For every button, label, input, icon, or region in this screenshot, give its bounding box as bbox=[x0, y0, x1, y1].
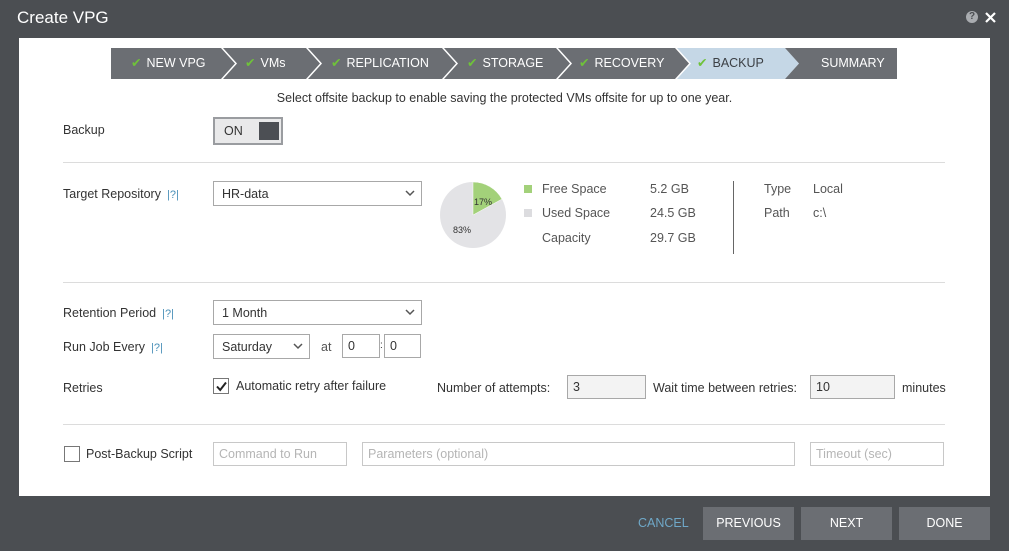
run-hour-input[interactable]: 0 bbox=[342, 334, 380, 358]
toggle-state: ON bbox=[224, 124, 243, 138]
auto-retry-checkbox[interactable] bbox=[213, 378, 229, 394]
capacity-label: Capacity bbox=[542, 231, 591, 245]
minutes-label: minutes bbox=[902, 381, 946, 395]
storage-pie-chart: 17% 83% bbox=[440, 181, 506, 248]
check-icon: ✔ bbox=[467, 56, 478, 70]
toggle-knob bbox=[259, 122, 279, 140]
wizard-steps: ✔ NEW VPG ✔ VMs ✔ REPLICATION ✔ STORAGE ✔ REC… bbox=[111, 48, 897, 79]
close-icon[interactable] bbox=[984, 9, 997, 25]
used-space-label: Used Space bbox=[542, 206, 611, 220]
checkmark-icon bbox=[216, 381, 227, 392]
select-value: 1 Month bbox=[222, 306, 268, 320]
type-value: Local bbox=[813, 182, 843, 196]
target-repository-label: Target Repository |?| bbox=[63, 187, 179, 201]
step-label: REPLICATION bbox=[346, 56, 429, 70]
check-icon: ✔ bbox=[579, 56, 590, 70]
repository-select[interactable]: HR-data bbox=[213, 181, 422, 206]
retention-period-label: Retention Period |?| bbox=[63, 306, 174, 320]
step-label: RECOVERY bbox=[594, 56, 665, 70]
retention-select[interactable]: 1 Month bbox=[213, 300, 422, 325]
backup-toggle[interactable]: ON bbox=[213, 117, 283, 145]
help-link[interactable]: |?| bbox=[151, 342, 163, 354]
done-button[interactable]: DONE bbox=[899, 507, 990, 540]
chevron-down-icon bbox=[405, 190, 415, 197]
select-value: Saturday bbox=[222, 340, 273, 354]
help-link[interactable]: |?| bbox=[162, 308, 174, 320]
step-label: BACKUP bbox=[712, 56, 764, 70]
free-space-swatch bbox=[524, 185, 532, 193]
label-text: Retention Period bbox=[63, 306, 157, 320]
check-icon: ✔ bbox=[245, 56, 256, 70]
post-backup-script-checkbox[interactable] bbox=[64, 446, 80, 462]
wait-time-label: Wait time between retries: bbox=[653, 381, 798, 395]
page-subtitle: Select offsite backup to enable saving t… bbox=[276, 91, 733, 105]
next-button[interactable]: NEXT bbox=[801, 507, 892, 540]
capacity-value: 29.7 GB bbox=[650, 231, 696, 245]
label-text: Run Job Every bbox=[63, 340, 145, 354]
used-space-value: 24.5 GB bbox=[650, 206, 696, 220]
free-space-label: Free Space bbox=[542, 182, 607, 196]
run-day-select[interactable]: Saturday bbox=[213, 334, 310, 359]
at-label: at bbox=[321, 340, 332, 354]
attempts-label: Number of attempts: bbox=[437, 381, 551, 395]
command-input[interactable]: Command to Run bbox=[213, 442, 347, 466]
pie-free-label: 17% bbox=[474, 197, 492, 207]
type-label: Type bbox=[764, 182, 792, 196]
check-icon: ✔ bbox=[131, 56, 142, 70]
step-label: STORAGE bbox=[482, 56, 544, 70]
help-icon[interactable]: ? bbox=[966, 11, 978, 23]
used-space-swatch bbox=[524, 209, 532, 217]
divider bbox=[63, 162, 945, 163]
vertical-separator bbox=[733, 181, 734, 254]
attempts-input[interactable]: 3 bbox=[567, 375, 646, 399]
post-backup-script-label: Post-Backup Script bbox=[86, 447, 193, 461]
step-label: NEW VPG bbox=[146, 56, 206, 70]
wait-time-input[interactable]: 10 bbox=[810, 375, 895, 399]
path-value: c:\ bbox=[813, 206, 827, 220]
run-job-every-label: Run Job Every |?| bbox=[63, 340, 163, 354]
chevron-down-icon bbox=[405, 309, 415, 316]
backup-label: Backup bbox=[63, 123, 105, 137]
cancel-button[interactable]: CANCEL bbox=[638, 507, 689, 540]
parameters-input[interactable]: Parameters (optional) bbox=[362, 442, 795, 466]
label-text: Target Repository bbox=[63, 187, 161, 201]
check-icon: ✔ bbox=[697, 56, 708, 70]
run-minute-input[interactable]: 0 bbox=[384, 334, 421, 358]
step-label: SUMMARY bbox=[821, 56, 885, 70]
retries-label: Retries bbox=[63, 381, 103, 395]
title-bar: Create VPG ? bbox=[0, 0, 1009, 37]
window-title: Create VPG bbox=[17, 8, 109, 27]
time-colon: : bbox=[380, 340, 383, 351]
divider bbox=[63, 424, 945, 425]
path-label: Path bbox=[764, 206, 790, 220]
check-icon: ✔ bbox=[331, 56, 342, 70]
auto-retry-label: Automatic retry after failure bbox=[236, 379, 387, 393]
chevron-down-icon bbox=[293, 343, 303, 350]
free-space-value: 5.2 GB bbox=[650, 182, 689, 196]
dialog-body: ✔ NEW VPG ✔ VMs ✔ REPLICATION ✔ STORAGE ✔ REC… bbox=[19, 38, 990, 496]
select-value: HR-data bbox=[222, 187, 269, 201]
previous-button[interactable]: PREVIOUS bbox=[703, 507, 794, 540]
divider bbox=[63, 282, 945, 283]
help-link[interactable]: |?| bbox=[167, 189, 179, 201]
step-label: VMs bbox=[260, 56, 286, 70]
dialog-footer: CANCEL PREVIOUS NEXT DONE bbox=[0, 496, 1009, 551]
pie-used-label: 83% bbox=[453, 225, 471, 235]
timeout-input[interactable]: Timeout (sec) bbox=[810, 442, 944, 466]
